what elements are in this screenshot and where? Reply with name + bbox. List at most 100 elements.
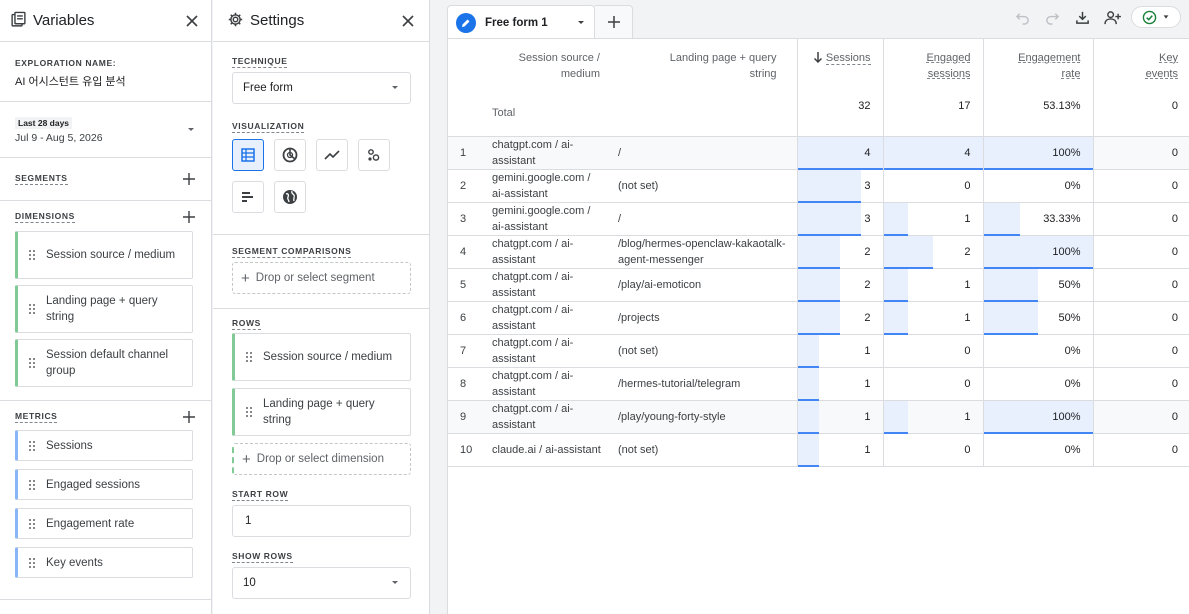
table-icon[interactable]: [232, 139, 264, 171]
scatter-plot-icon[interactable]: [358, 139, 390, 171]
header-landing-page[interactable]: Landing page + query string: [618, 39, 797, 137]
drag-handle-icon[interactable]: [245, 351, 253, 363]
cell-engaged-sessions: 2: [882, 235, 983, 269]
cell-session-source-value: claude.ai / ai-assistant: [492, 443, 601, 456]
cell-sessions: 2: [796, 268, 883, 302]
metric-engaged-sessions[interactable]: Engaged sessions: [15, 469, 193, 500]
chevron-down-icon[interactable]: [576, 16, 586, 30]
table-row[interactable]: 10 claude.ai / ai-assistant (not set) 1 0 0% 0: [448, 433, 1189, 467]
table-row[interactable]: 7 chatgpt.com / ai-assistant (not set) 1 0 0%…: [448, 334, 1189, 368]
total-engaged: 17: [958, 100, 971, 112]
header-session-source-medium[interactable]: Session source / medium Total: [448, 39, 618, 137]
table-row[interactable]: 3 gemini.google.com / ai-assistant / 3 1 33.3…: [448, 202, 1189, 236]
variables-icon: [10, 11, 27, 31]
cell-landing-page: /blog/hermes-openclaw-kakaotalk-agent-me…: [618, 235, 797, 269]
cell-engaged-sessions: 0: [882, 169, 983, 203]
show-rows-select[interactable]: 10: [232, 567, 411, 599]
header-sessions[interactable]: Sessions 32: [796, 39, 883, 137]
chevron-down-icon: [390, 577, 400, 590]
cell-landing-page-value: /play/ai-emoticon: [618, 278, 702, 291]
variables-header: Variables: [0, 0, 211, 42]
drag-handle-icon[interactable]: [28, 479, 36, 491]
table-row[interactable]: 5 chatgpt.com / ai-assistant/play/ai-emot…: [448, 268, 1189, 302]
plus-icon: +: [242, 450, 251, 468]
cell-session-source: chatgpt.com / ai-assistant: [492, 367, 618, 401]
drop-segment-target[interactable]: + Drop or select segment: [232, 262, 411, 294]
start-row-input[interactable]: 1: [232, 505, 411, 537]
drag-handle-icon[interactable]: [28, 303, 36, 315]
metric-engagement-rate[interactable]: Engagement rate: [15, 508, 193, 539]
exploration-name-section[interactable]: EXPLORATION NAME: AI 어시스턴트 유입 분석: [0, 42, 211, 102]
download-icon[interactable]: [1071, 6, 1093, 28]
rows-section: ROWS Session source / medium Landing pag…: [213, 308, 429, 599]
table-row[interactable]: 2 gemini.google.com / ai-assistant (not se…: [448, 169, 1189, 203]
cell-engagement-rate: 33.33%: [982, 202, 1093, 236]
header-engagement-rate[interactable]: Engagement rate 53.13%: [982, 39, 1093, 137]
cell-landing-page-value: (not set): [618, 179, 659, 192]
donut-chart-icon[interactable]: [274, 139, 306, 171]
cell-bar: [797, 268, 840, 301]
cell-engaged-sessions: 1: [882, 202, 983, 236]
table-row[interactable]: 9 chatgpt.com / ai-assistant/play/young-f…: [448, 400, 1189, 434]
add-tab-button[interactable]: [595, 5, 633, 39]
segment-comparisons-section: SEGMENT COMPARISONS + Drop or select seg…: [213, 234, 429, 294]
metric-sessions[interactable]: Sessions: [15, 430, 193, 461]
line-chart-icon[interactable]: [316, 139, 348, 171]
cell-landing-page-value: (not set): [618, 344, 659, 357]
plus-icon: +: [241, 269, 250, 287]
row-index-value: 6: [460, 311, 467, 324]
close-variables-icon[interactable]: [183, 12, 201, 30]
header-key-events[interactable]: Key events 0: [1092, 39, 1189, 137]
share-add-person-icon[interactable]: [1101, 6, 1123, 28]
row-session-source-medium[interactable]: Session source / medium: [232, 333, 411, 381]
table-row[interactable]: 8 chatgpt.com / ai-assistant/hermes-tutor…: [448, 367, 1189, 401]
cell-sessions-value: 1: [864, 410, 871, 423]
exploration-name[interactable]: AI 어시스턴트 유입 분석: [15, 73, 196, 89]
drag-handle-icon[interactable]: [28, 440, 36, 452]
bar-chart-icon[interactable]: [232, 181, 264, 213]
add-segment-icon[interactable]: [181, 171, 197, 187]
sort-descending-icon[interactable]: [813, 51, 823, 64]
cell-sessions: 3: [796, 169, 883, 203]
row-label: Session source / medium: [263, 351, 393, 363]
cell-engagement-rate: 50%: [982, 301, 1093, 335]
drag-handle-icon[interactable]: [28, 249, 36, 261]
drag-handle-icon[interactable]: [28, 557, 36, 569]
drag-handle-icon[interactable]: [245, 406, 253, 418]
cell-engaged-sessions-value: 0: [964, 179, 971, 192]
drag-handle-icon[interactable]: [28, 357, 36, 369]
visualization-grid: [232, 139, 411, 213]
header-dim1-label: Session source / medium: [518, 52, 600, 80]
cell-key-events-value: 0: [1171, 344, 1178, 357]
metric-label: Sessions: [46, 439, 93, 452]
tab-free-form-1[interactable]: Free form 1: [447, 5, 595, 39]
globe-icon[interactable]: [274, 181, 306, 213]
dimension-channel-group[interactable]: Session default channel group: [15, 339, 193, 387]
undo-icon[interactable]: [1011, 6, 1033, 28]
technique-select[interactable]: Free form: [232, 72, 411, 104]
row-index-value: 1: [460, 146, 467, 159]
header-engaged-sessions[interactable]: Engaged sessions 17: [882, 39, 983, 137]
dimension-landing-page[interactable]: Landing page + query string: [15, 285, 193, 333]
close-settings-icon[interactable]: [399, 12, 417, 30]
table-row[interactable]: 4 chatgpt.com / ai-assistant/blog/hermes-…: [448, 235, 1189, 269]
cell-engagement-rate-value: 0%: [1064, 377, 1081, 390]
drag-handle-icon[interactable]: [28, 518, 36, 530]
cell-engaged-sessions: 0: [882, 334, 983, 368]
cell-engagement-rate-value: 100%: [1052, 410, 1081, 423]
add-metric-icon[interactable]: [181, 409, 197, 425]
metric-key-events[interactable]: Key events: [15, 547, 193, 578]
row-landing-page[interactable]: Landing page + query string: [232, 388, 411, 436]
drop-dimension-target[interactable]: + Drop or select dimension: [232, 443, 411, 475]
cell-session-source: chatgpt.com / ai-assistant: [492, 400, 618, 434]
cell-bar: [883, 202, 909, 235]
cell-key-events-value: 0: [1171, 377, 1178, 390]
table-row[interactable]: 6 chatgpt.com / ai-assistant/projects 2 1 50…: [448, 301, 1189, 335]
date-range-picker[interactable]: Last 28 days Jul 9 - Aug 5, 2026: [0, 102, 211, 158]
dimension-session-source-medium[interactable]: Session source / medium: [15, 231, 193, 279]
status-check-dropdown[interactable]: [1131, 6, 1181, 28]
add-dimension-icon[interactable]: [181, 209, 197, 225]
table-row[interactable]: 1 chatgpt.com / ai-assistant / 4 4 100% 0: [448, 136, 1189, 170]
row-index-value: 5: [460, 278, 467, 291]
redo-icon[interactable]: [1041, 6, 1063, 28]
